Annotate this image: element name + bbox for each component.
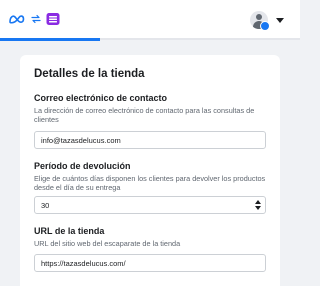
contact-email-value: info@tazasdelucus.com (41, 135, 121, 145)
account-avatar[interactable] (250, 11, 270, 31)
return-period-value: 30 (41, 200, 50, 210)
store-url-label: URL de la tienda (34, 226, 105, 236)
store-url-value: https://tazasdelucus.com/ (41, 258, 126, 268)
contact-email-field[interactable]: info@tazasdelucus.com (34, 131, 266, 149)
return-period-help: Elige de cuántos días disponen los clien… (34, 174, 266, 192)
meta-icon (8, 14, 26, 24)
contact-email-label: Correo electrónico de contacto (34, 93, 168, 103)
section-title: Detalles de la tienda (34, 68, 145, 80)
store-url-field[interactable]: https://tazasdelucus.com/ (34, 254, 266, 272)
facebook-badge-icon (260, 21, 270, 31)
active-tab-indicator (0, 38, 100, 41)
contact-email-help: La dirección de correo electrónico de co… (34, 106, 255, 124)
store-icon (46, 12, 60, 26)
brand-logos (8, 12, 60, 26)
chevron-down-icon[interactable] (276, 18, 284, 23)
top-navigation-bar (0, 0, 300, 41)
store-url-help: URL del sitio web del escaparate de la t… (34, 239, 181, 248)
return-period-stepper[interactable]: 30 (34, 196, 266, 214)
sync-icon (30, 13, 42, 25)
stepper-arrows-icon[interactable] (255, 200, 261, 211)
store-details-panel: Detalles de la tienda Correo electrónico… (20, 55, 280, 286)
return-period-label: Período de devolución (34, 161, 131, 171)
